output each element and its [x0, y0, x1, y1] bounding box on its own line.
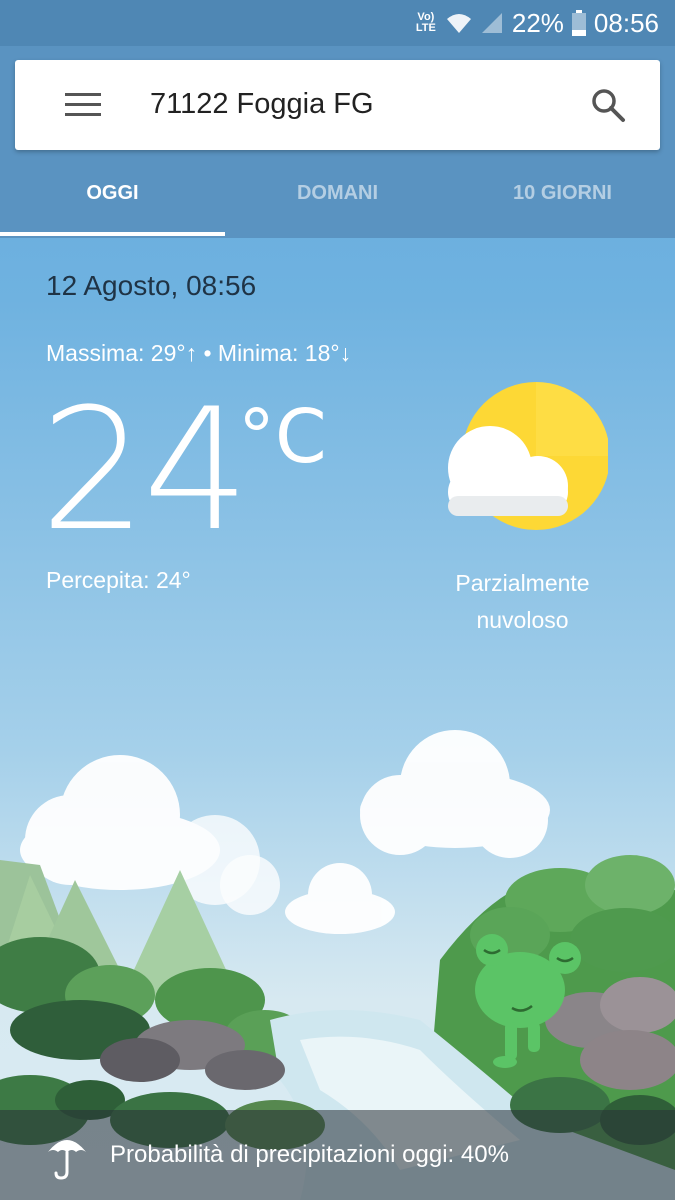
search-bar[interactable]: 71122 Foggia FG: [15, 60, 660, 150]
battery-icon: [571, 10, 586, 36]
battery-percentage: 22%: [511, 7, 564, 38]
clouds: [20, 730, 550, 934]
hamburger-menu-icon[interactable]: [65, 93, 101, 117]
volte-indicator: Vo) LTE: [415, 11, 436, 34]
precipitation-bar: Probabilità di precipitazioni oggi: 40%: [0, 1110, 675, 1200]
tab-bar: OGGI DOMANI 10 GIORNI: [0, 160, 675, 238]
condition-line-1: Parzialmente: [455, 570, 590, 596]
status-bar: Vo) LTE 22% 08:56: [0, 0, 675, 46]
location-input[interactable]: 71122 Foggia FG: [150, 88, 374, 121]
precipitation-probability: Probabilità di precipitazioni oggi: 40%: [110, 1141, 509, 1168]
tab-10-days[interactable]: 10 GIORNI: [450, 160, 675, 238]
tab-today[interactable]: OGGI: [0, 160, 225, 238]
date-time: 12 Agosto, 08:56: [46, 270, 257, 301]
status-clock: 08:56: [593, 7, 659, 38]
partly-cloudy-icon: [448, 382, 608, 530]
umbrella-icon: [48, 1140, 86, 1180]
search-icon[interactable]: [590, 87, 626, 123]
current-temperature: 24: [40, 372, 250, 568]
tab-tomorrow[interactable]: DOMANI: [225, 160, 450, 238]
weather-app: Vo) LTE 22% 08:56 71122 Foggia FG OGGI D…: [0, 0, 675, 1200]
temperature-unit: °C: [238, 394, 327, 480]
weather-condition: Parzialmente nuvoloso: [420, 565, 625, 639]
cellular-signal-icon: [481, 13, 502, 33]
wifi-icon: [446, 14, 471, 33]
feels-like: Percepita: 24°: [46, 567, 191, 593]
min-max-temperature: Massima: 29°↑ • Minima: 18°↓: [46, 340, 352, 366]
condition-line-2: nuvoloso: [476, 607, 569, 633]
